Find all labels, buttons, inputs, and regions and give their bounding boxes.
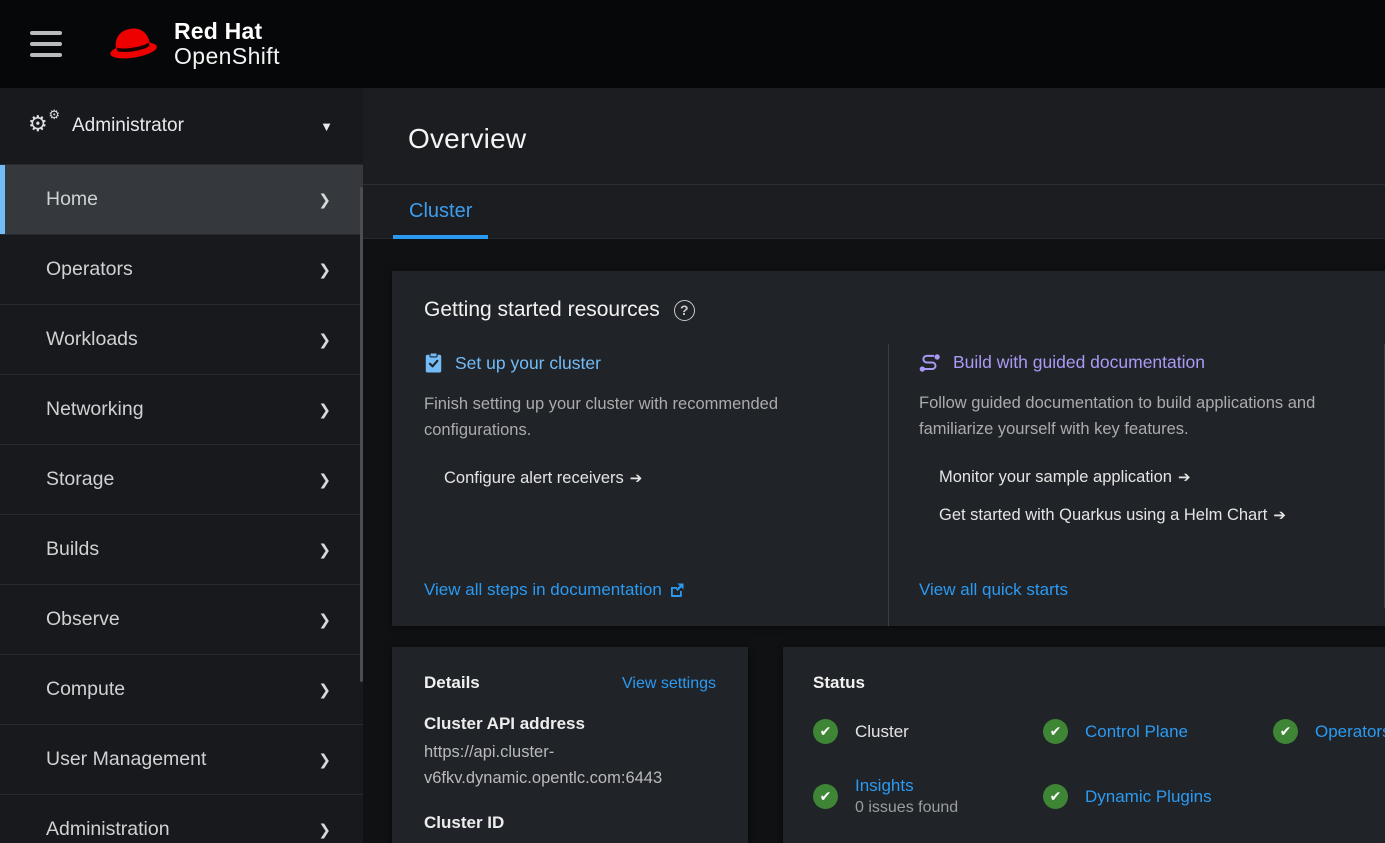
sidebar-item-administration[interactable]: Administration ❯ <box>0 795 363 843</box>
check-circle-icon: ✔ <box>1273 719 1298 744</box>
chevron-right-icon: ❯ <box>318 331 331 349</box>
chevron-right-icon: ❯ <box>318 471 331 489</box>
brand-name: Red Hat <box>174 19 280 44</box>
cluster-api-address-field: Cluster API address https://api.cluster-… <box>424 714 716 792</box>
route-icon <box>919 353 941 373</box>
insights-issues-count: 0 issues found <box>855 799 958 817</box>
help-icon[interactable]: ? <box>674 300 695 321</box>
page-header: Overview <box>363 88 1385 185</box>
tab-bar: Cluster <box>363 185 1385 239</box>
chevron-right-icon: ❯ <box>318 191 331 209</box>
sidebar-item-home[interactable]: Home ❯ <box>0 165 363 235</box>
guided-documentation-column: Build with guided documentation Follow g… <box>888 344 1384 626</box>
status-operators: ✔ Operators <box>1273 719 1385 744</box>
masthead: Red Hat OpenShift <box>0 0 1385 88</box>
arrow-right-icon: ➔ <box>630 470 643 487</box>
guided-documentation-title[interactable]: Build with guided documentation <box>953 352 1205 373</box>
chevron-right-icon: ❯ <box>318 261 331 279</box>
view-settings-link[interactable]: View settings <box>622 675 716 693</box>
chevron-right-icon: ❯ <box>318 681 331 699</box>
setup-cluster-column: Set up your cluster Finish setting up yo… <box>392 344 888 626</box>
view-all-quick-starts-link[interactable]: View all quick starts <box>919 580 1354 600</box>
red-hat-fedora-icon <box>104 23 162 65</box>
chevron-right-icon: ❯ <box>318 541 331 559</box>
monitor-sample-application-link[interactable]: Monitor your sample application➔ <box>919 468 1354 487</box>
external-link-icon <box>670 583 684 597</box>
nav-list: Home ❯ Operators ❯ Workloads ❯ Networkin… <box>0 165 363 843</box>
status-control-plane: ✔ Control Plane <box>1043 719 1273 744</box>
sidebar-item-workloads[interactable]: Workloads ❯ <box>0 305 363 375</box>
guided-documentation-description: Follow guided documentation to build app… <box>919 391 1349 442</box>
chevron-right-icon: ❯ <box>318 611 331 629</box>
hamburger-menu-icon[interactable] <box>24 27 68 61</box>
overview-content: Getting started resources ? Set up your … <box>363 239 1385 843</box>
details-title: Details <box>424 673 480 693</box>
sidebar-item-user-management[interactable]: User Management ❯ <box>0 725 363 795</box>
status-cluster: ✔ Cluster <box>813 719 1043 744</box>
sidebar-nav: ⚙⚙ Administrator ▼ Home ❯ Operators ❯ Wo… <box>0 88 363 843</box>
arrow-right-icon: ➔ <box>1178 469 1191 486</box>
setup-cluster-description: Finish setting up your cluster with reco… <box>424 392 854 443</box>
chevron-right-icon: ❯ <box>318 821 331 839</box>
check-circle-icon: ✔ <box>1043 784 1068 809</box>
getting-started-title: Getting started resources <box>424 298 660 322</box>
brand-logo: Red Hat OpenShift <box>104 19 280 69</box>
perspective-label: Administrator <box>72 115 184 137</box>
sidebar-item-builds[interactable]: Builds ❯ <box>0 515 363 585</box>
cluster-api-address-value: https://api.cluster-v6fkv.dynamic.opentl… <box>424 739 716 792</box>
details-card: Details View settings Cluster API addres… <box>392 647 748 843</box>
chevron-right-icon: ❯ <box>318 751 331 769</box>
getting-started-card: Getting started resources ? Set up your … <box>392 271 1385 626</box>
sidebar-item-observe[interactable]: Observe ❯ <box>0 585 363 655</box>
status-insights: ✔ Insights 0 issues found <box>813 776 1043 817</box>
status-dynamic-plugins: ✔ Dynamic Plugins <box>1043 776 1273 817</box>
cluster-id-field: Cluster ID <box>424 813 716 833</box>
sidebar-item-networking[interactable]: Networking ❯ <box>0 375 363 445</box>
gears-icon: ⚙⚙ <box>30 114 58 138</box>
status-card: Status V ✔ Cluster ✔ Control Plane <box>783 647 1385 843</box>
check-circle-icon: ✔ <box>813 784 838 809</box>
arrow-right-icon: ➔ <box>1273 507 1286 524</box>
tasks-icon <box>424 352 443 374</box>
sidebar-item-compute[interactable]: Compute ❯ <box>0 655 363 725</box>
sidebar-item-operators[interactable]: Operators ❯ <box>0 235 363 305</box>
setup-cluster-title[interactable]: Set up your cluster <box>455 353 601 374</box>
view-all-steps-link[interactable]: View all steps in documentation <box>424 580 858 600</box>
sidebar-item-storage[interactable]: Storage ❯ <box>0 445 363 515</box>
check-circle-icon: ✔ <box>1043 719 1068 744</box>
perspective-switcher[interactable]: ⚙⚙ Administrator ▼ <box>0 88 363 165</box>
main-content: Overview Cluster Getting started resourc… <box>363 88 1385 843</box>
caret-down-icon: ▼ <box>320 119 333 134</box>
status-title: Status <box>813 673 865 693</box>
check-circle-icon: ✔ <box>813 719 838 744</box>
brand-product: OpenShift <box>174 44 280 69</box>
configure-alert-receivers-link[interactable]: Configure alert receivers➔ <box>424 469 858 488</box>
page-title: Overview <box>408 123 526 155</box>
quarkus-helm-chart-link[interactable]: Get started with Quarkus using a Helm Ch… <box>919 506 1354 525</box>
chevron-right-icon: ❯ <box>318 401 331 419</box>
tab-cluster[interactable]: Cluster <box>393 185 488 238</box>
sidebar-scrollbar[interactable] <box>360 187 363 682</box>
